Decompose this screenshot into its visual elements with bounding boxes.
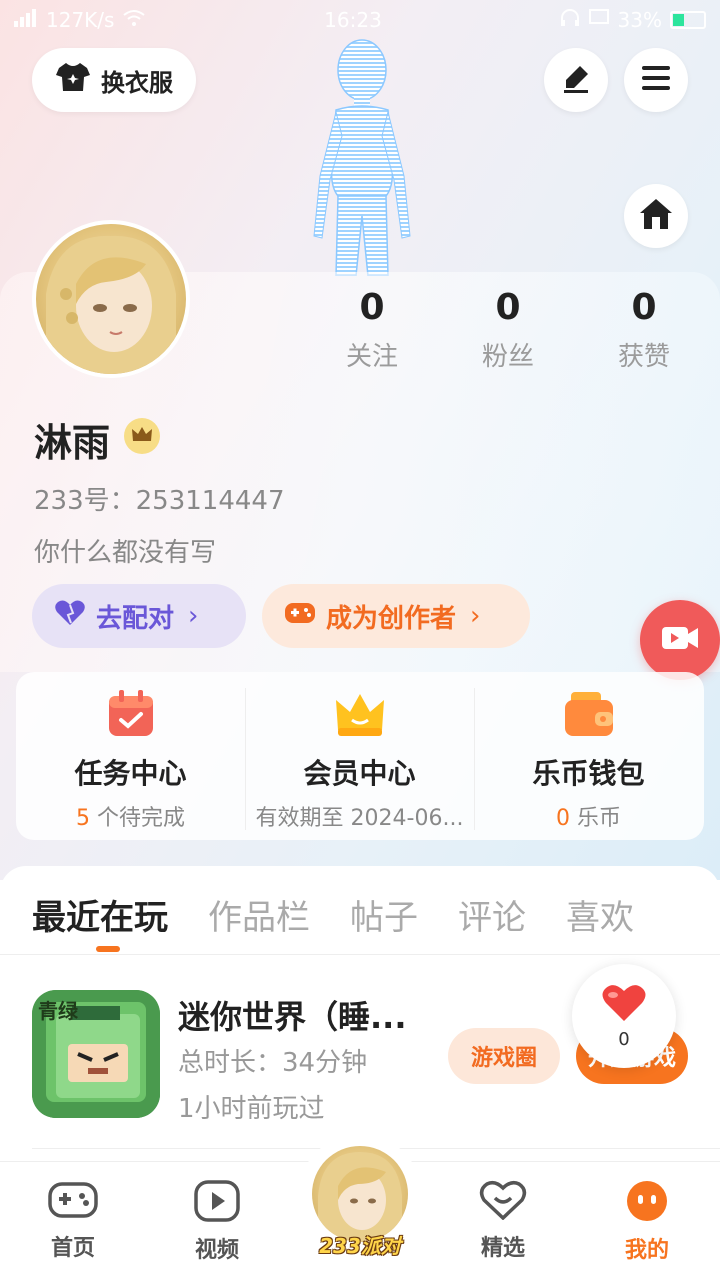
like-count: 0 (618, 1028, 630, 1050)
chevron-right-icon: › (188, 601, 199, 631)
status-time: 16:23 (324, 8, 382, 32)
game-icon-text: 青绿 (38, 999, 79, 1023)
network-speed: 127K/s (46, 8, 115, 32)
smile-face-icon (624, 1181, 670, 1226)
become-creator-button[interactable]: 成为创作者 › (262, 584, 530, 648)
heart-icon (601, 983, 647, 1027)
video-record-button[interactable] (640, 600, 720, 680)
match-button[interactable]: 去配对 › (32, 584, 246, 648)
task-center-shortcut[interactable]: 任务中心 5 个待完成 (16, 672, 245, 840)
status-bar: 127K/s 16:23 33% (0, 0, 720, 40)
crown-icon (131, 425, 153, 447)
nav-video[interactable]: 视频 (172, 1180, 262, 1264)
cast-icon (588, 8, 610, 32)
profile-tabs: 最近在玩 作品栏 帖子 评论 喜欢 (32, 890, 674, 939)
become-creator-label: 成为创作者 (326, 603, 457, 634)
party-button[interactable] (312, 1146, 408, 1242)
crown-icon (334, 688, 386, 740)
edit-icon (560, 62, 592, 98)
gamepad-icon (48, 1182, 98, 1224)
change-outfit-button[interactable]: 换衣服 (32, 48, 196, 112)
signal-icon (14, 8, 38, 32)
coin-balance: 0 (556, 806, 570, 831)
pending-task-text: 个待完成 (90, 806, 185, 831)
battery-percent: 33% (617, 8, 662, 32)
coin-unit: 乐币 (570, 806, 621, 831)
username: 淋雨 (34, 421, 111, 465)
profile-stats: 0 关注 0 粉丝 0 获赞 (304, 284, 712, 373)
calendar-check-icon (105, 688, 157, 740)
coin-wallet-title: 乐币钱包 (532, 757, 645, 790)
game-circle-button[interactable]: 游戏圈 (448, 1028, 560, 1084)
nav-home[interactable]: 首页 (28, 1180, 118, 1262)
play-icon (194, 1180, 240, 1226)
coin-wallet-shortcut[interactable]: 乐币钱包 0 乐币 (474, 672, 703, 840)
edit-profile-button[interactable] (544, 48, 608, 112)
tab-comments[interactable]: 评论 (458, 890, 526, 939)
coin-wallet-subtitle: 0 乐币 (474, 800, 703, 832)
game-icon[interactable]: 青绿 (32, 990, 160, 1118)
likes-count: 0 (631, 287, 657, 328)
following-stat[interactable]: 0 关注 (304, 284, 440, 373)
task-center-subtitle: 5 个待完成 (16, 800, 245, 832)
change-outfit-label: 换衣服 (101, 68, 173, 97)
gamepad-icon (284, 600, 316, 633)
following-count: 0 (359, 287, 385, 328)
nav-featured[interactable]: 精选 (458, 1180, 548, 1262)
user-avatar[interactable] (32, 220, 190, 378)
followers-count: 0 (495, 287, 521, 328)
following-label: 关注 (345, 342, 398, 372)
nav-featured-label: 精选 (480, 1236, 525, 1261)
pending-task-count: 5 (76, 806, 90, 831)
tab-recently-played[interactable]: 最近在玩 (32, 890, 168, 939)
nav-me[interactable]: 我的 (602, 1180, 692, 1264)
heart-chat-icon (479, 1180, 527, 1224)
member-center-title: 会员中心 (303, 757, 416, 790)
match-label: 去配对 (96, 603, 175, 634)
task-center-title: 任务中心 (74, 757, 187, 790)
heart-icon (54, 599, 86, 634)
followers-stat[interactable]: 0 粉丝 (440, 284, 576, 373)
user-bio: 你什么都没有写 (34, 538, 217, 568)
wallet-icon (563, 688, 615, 740)
home-button[interactable] (624, 184, 688, 248)
nav-me-label: 我的 (624, 1238, 669, 1263)
floating-like-button[interactable]: 0 (572, 964, 676, 1068)
home-icon (638, 197, 674, 235)
tab-posts[interactable]: 帖子 (350, 890, 418, 939)
followers-label: 粉丝 (481, 342, 534, 372)
video-camera-icon (661, 624, 699, 656)
headphone-icon (560, 8, 580, 32)
wifi-icon (122, 8, 146, 32)
likes-stat[interactable]: 0 获赞 (576, 284, 712, 373)
chevron-right-icon: › (470, 601, 481, 631)
tab-works[interactable]: 作品栏 (208, 890, 310, 939)
game-title[interactable]: 迷你世界（睡... (178, 992, 406, 1038)
menu-button[interactable] (624, 48, 688, 112)
play-duration: 总时长：34分钟 (178, 1048, 368, 1078)
character-hologram[interactable] (292, 36, 432, 277)
nav-home-label: 首页 (50, 1236, 95, 1261)
member-center-shortcut[interactable]: 会员中心 有效期至 2024-06... (245, 672, 474, 840)
nav-video-label: 视频 (194, 1238, 239, 1263)
divider (0, 954, 720, 955)
vip-crown-badge[interactable] (124, 418, 160, 454)
menu-icon (640, 64, 672, 96)
battery-icon (669, 11, 706, 29)
likes-label: 获赞 (617, 342, 670, 372)
shirt-icon (55, 61, 91, 99)
active-tab-indicator (96, 946, 120, 952)
user-id: 233号：253114447 (34, 486, 285, 516)
party-label: 233派对 (319, 1234, 401, 1258)
tab-likes[interactable]: 喜欢 (566, 890, 634, 939)
last-played: 1小时前玩过 (178, 1094, 325, 1124)
membership-expiry: 有效期至 2024-06... (255, 806, 464, 831)
feature-shortcuts: 任务中心 5 个待完成 会员中心 有效期至 2024-06... 乐币钱包 0 … (16, 672, 704, 840)
